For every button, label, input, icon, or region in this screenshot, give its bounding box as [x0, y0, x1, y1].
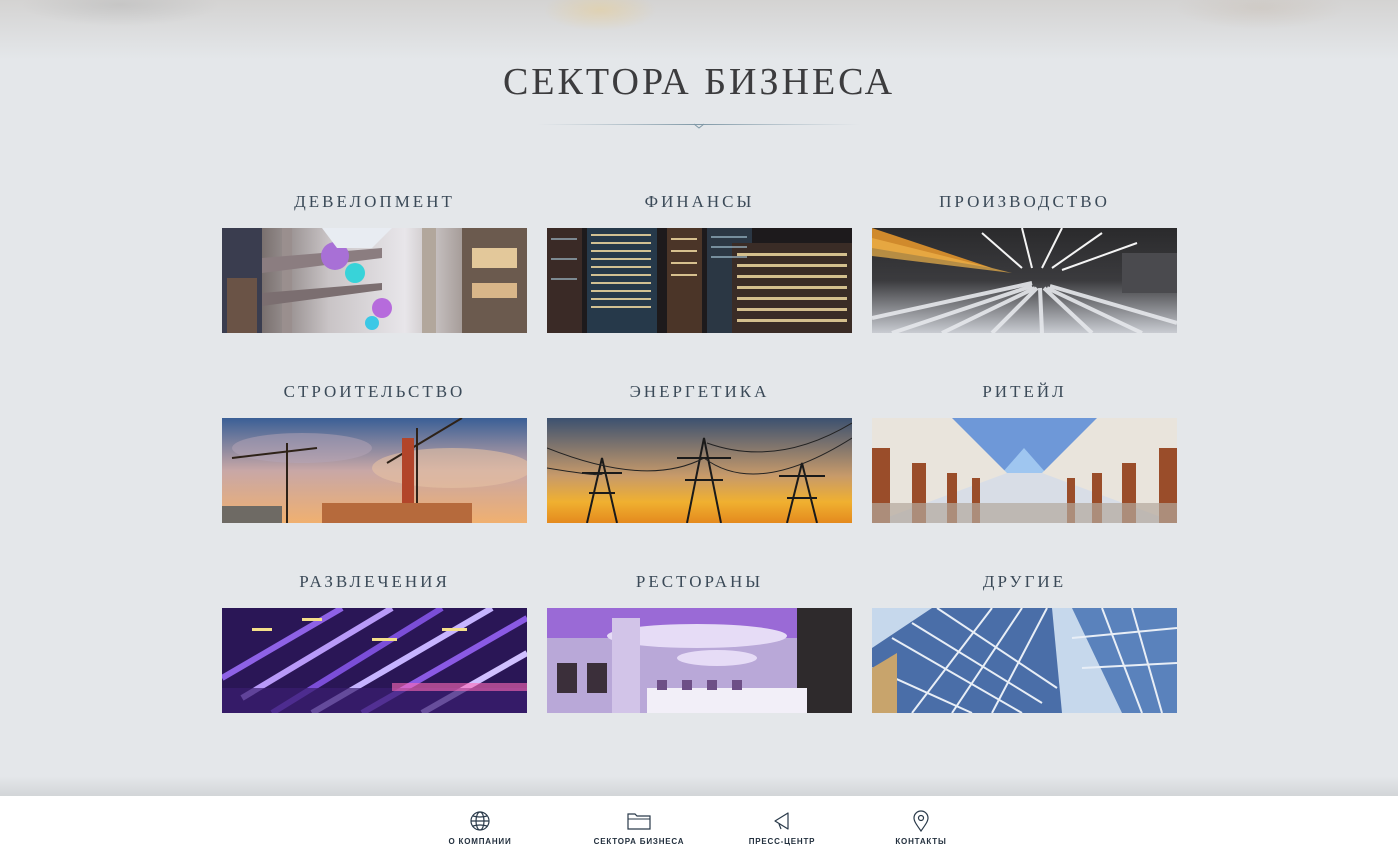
sector-label[interactable]: РИТЕЙЛ	[872, 380, 1177, 404]
sector-tile-restaurants[interactable]: РЕСТОРАНЫ	[547, 570, 852, 713]
glass-roof-photo[interactable]	[872, 608, 1177, 713]
restaurant-interior-photo[interactable]	[547, 608, 852, 713]
sector-tile-entertainment[interactable]: РАЗВЛЕЧЕНИЯ	[222, 570, 527, 713]
neon-lights-photo[interactable]	[222, 608, 527, 713]
sector-label[interactable]: ДРУГИЕ	[872, 570, 1177, 594]
shopping-gallery-photo[interactable]	[872, 418, 1177, 523]
megaphone-icon	[774, 812, 789, 830]
sector-tile-construction[interactable]: СТРОИТЕЛЬСТВО	[222, 380, 527, 523]
nav-item-contacts[interactable]: КОНТАКТЫ	[861, 810, 981, 846]
sector-label[interactable]: ПРОИЗВОДСТВО	[872, 190, 1177, 214]
night-skyscrapers-photo[interactable]	[547, 228, 852, 333]
folder-icon	[627, 813, 651, 830]
sector-label[interactable]: ЭНЕРГЕТИКА	[547, 380, 852, 404]
nav-item-about[interactable]: О КОМПАНИИ	[420, 810, 540, 846]
top-background-strip	[0, 0, 1398, 60]
power-lines-sunset-photo[interactable]	[547, 418, 852, 523]
sector-tile-energy[interactable]: ЭНЕРГЕТИКА	[547, 380, 852, 523]
sector-tile-finance[interactable]: ФИНАНСЫ	[547, 190, 852, 333]
nav-item-press[interactable]: ПРЕСС-ЦЕНТР	[722, 810, 842, 846]
sector-tile-manufacturing[interactable]: ПРОИЗВОДСТВО	[872, 190, 1177, 333]
nav-label: КОНТАКТЫ	[895, 837, 947, 846]
sector-label[interactable]: ДЕВЕЛОПМЕНТ	[222, 190, 527, 214]
sector-tile-development[interactable]: ДЕВЕЛОПМЕНТ	[222, 190, 527, 333]
sector-tile-other[interactable]: ДРУГИЕ	[872, 570, 1177, 713]
sector-label[interactable]: СТРОИТЕЛЬСТВО	[222, 380, 527, 404]
globe-icon	[470, 811, 490, 831]
sector-tile-retail[interactable]: РИТЕЙЛ	[872, 380, 1177, 523]
sector-label[interactable]: РЕСТОРАНЫ	[547, 570, 852, 594]
nav-label: ПРЕСС-ЦЕНТР	[748, 837, 816, 846]
factory-hall-photo[interactable]	[872, 228, 1177, 333]
nav-label: О КОМПАНИИ	[448, 837, 512, 846]
construction-cranes-photo[interactable]	[222, 418, 527, 523]
location-pin-icon	[913, 810, 929, 832]
atrium-mall-photo[interactable]	[222, 228, 527, 333]
page-title: СЕКТОРА БИЗНЕСА	[502, 61, 896, 103]
title-divider	[537, 123, 861, 129]
nav-item-sectors[interactable]: СЕКТОРА БИЗНЕСА	[579, 810, 699, 846]
sector-label[interactable]: ФИНАНСЫ	[547, 190, 852, 214]
sector-label[interactable]: РАЗВЛЕЧЕНИЯ	[222, 570, 527, 594]
nav-label: СЕКТОРА БИЗНЕСА	[593, 837, 685, 846]
footer-shadow	[0, 776, 1398, 796]
footer-nav: О КОМПАНИИ СЕКТОРА БИЗНЕСА ПРЕСС-ЦЕНТР К…	[0, 796, 1398, 859]
